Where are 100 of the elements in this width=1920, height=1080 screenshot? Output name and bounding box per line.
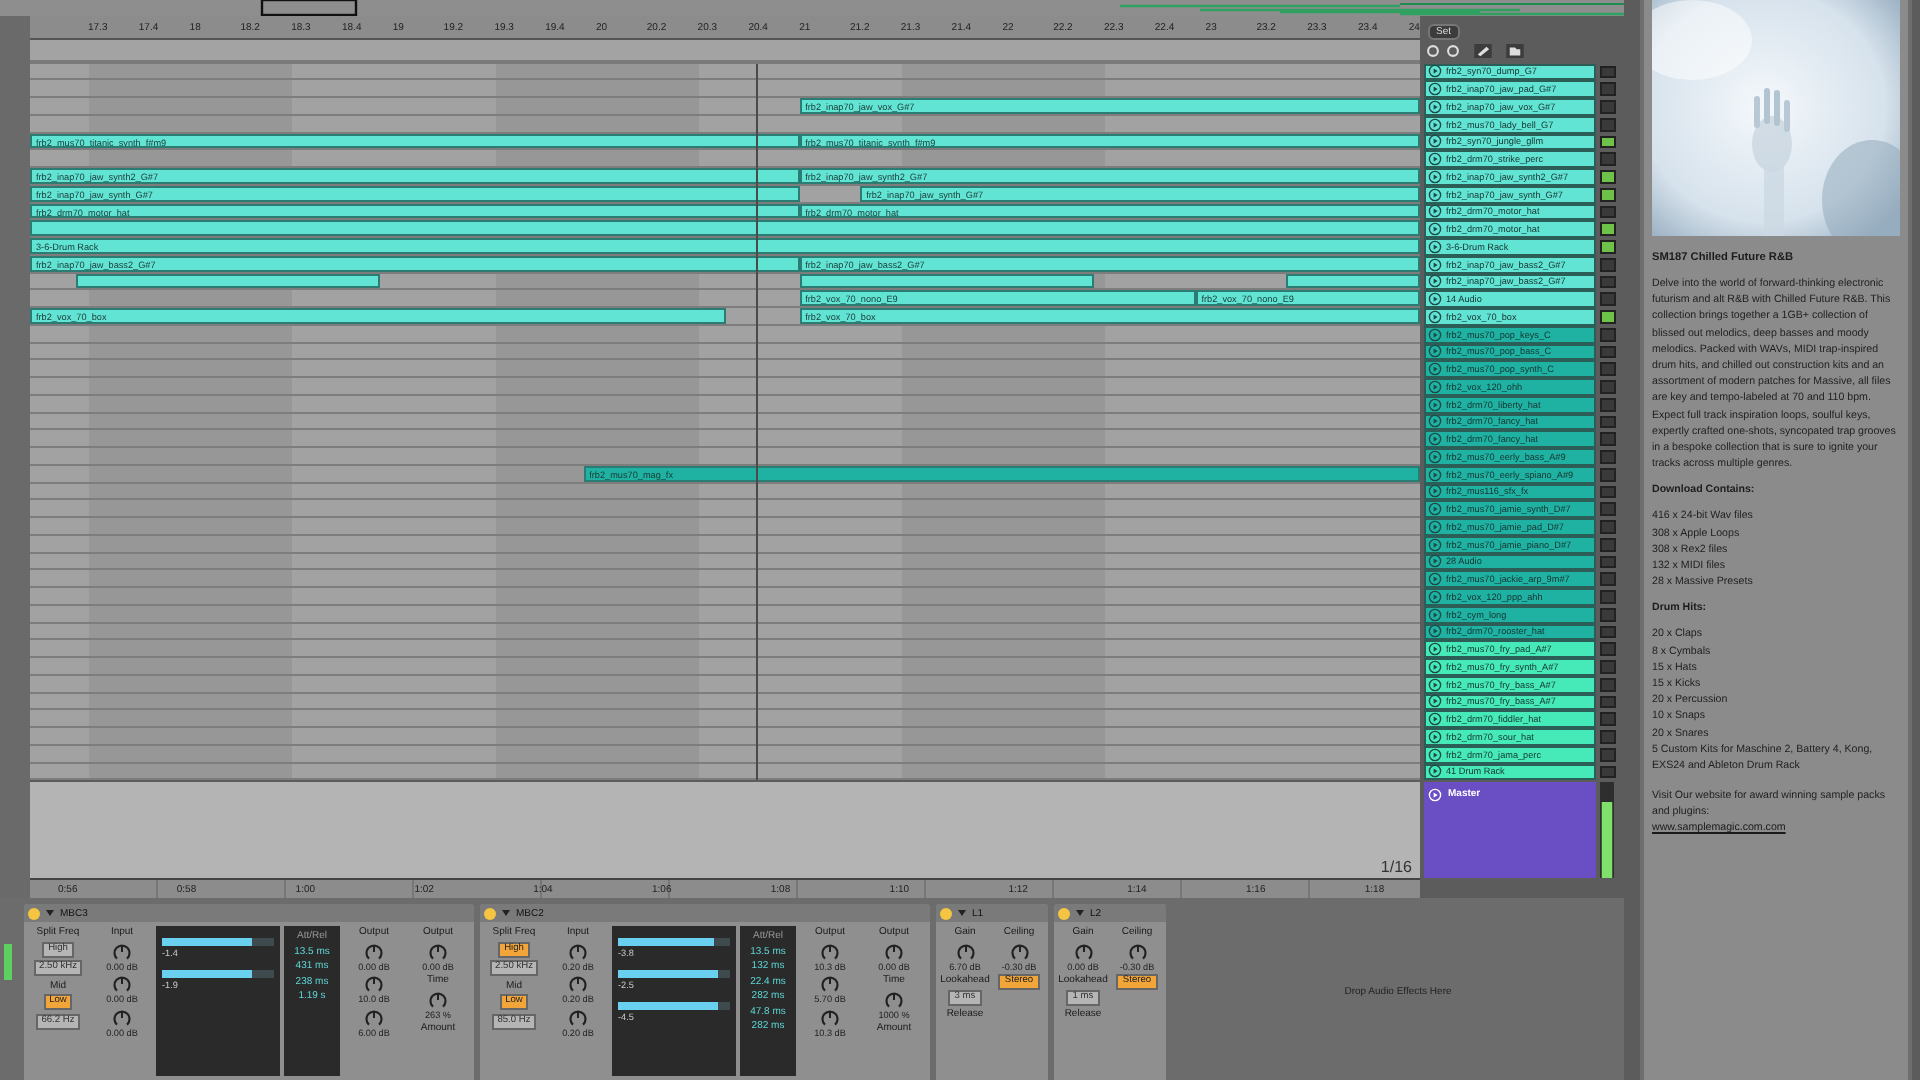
track-activator[interactable] bbox=[1600, 695, 1616, 709]
knob-icon[interactable] bbox=[568, 974, 588, 995]
play-icon[interactable] bbox=[1428, 712, 1442, 727]
knob-icon[interactable] bbox=[568, 1007, 588, 1028]
knob-icon[interactable] bbox=[1127, 941, 1147, 962]
track-activator[interactable] bbox=[1600, 537, 1616, 551]
grid-label[interactable]: 1/16 bbox=[1380, 858, 1412, 877]
track-activator[interactable] bbox=[1600, 345, 1616, 359]
play-icon[interactable] bbox=[1428, 624, 1442, 639]
play-icon[interactable] bbox=[1428, 64, 1442, 79]
track-activator[interactable] bbox=[1600, 765, 1616, 779]
knob-icon[interactable] bbox=[568, 941, 588, 962]
track-activator[interactable] bbox=[1600, 152, 1616, 166]
track-activator[interactable] bbox=[1600, 362, 1616, 376]
track-activator[interactable] bbox=[1600, 607, 1616, 621]
track-activator[interactable] bbox=[1600, 572, 1616, 586]
track-activator[interactable] bbox=[1600, 415, 1616, 429]
knob-icon[interactable] bbox=[112, 941, 132, 962]
track-activator[interactable] bbox=[1600, 625, 1616, 639]
track-activator[interactable] bbox=[1600, 222, 1616, 236]
track-activator[interactable] bbox=[1600, 485, 1616, 499]
play-icon[interactable] bbox=[1428, 344, 1442, 359]
play-icon[interactable] bbox=[1428, 204, 1442, 219]
track-activator[interactable] bbox=[1600, 642, 1616, 656]
knob-icon[interactable] bbox=[428, 989, 448, 1010]
play-icon[interactable] bbox=[1428, 397, 1442, 412]
play-icon[interactable] bbox=[1428, 432, 1442, 447]
knob-icon[interactable] bbox=[884, 989, 904, 1010]
track-activator[interactable] bbox=[1600, 380, 1616, 394]
play-icon[interactable] bbox=[1428, 764, 1442, 779]
play-icon[interactable] bbox=[1428, 659, 1442, 674]
play-icon[interactable] bbox=[1428, 607, 1442, 622]
pencil-icon[interactable] bbox=[1474, 44, 1492, 59]
play-icon[interactable] bbox=[1428, 747, 1442, 762]
play-icon[interactable] bbox=[1428, 537, 1442, 552]
play-icon[interactable] bbox=[1428, 274, 1442, 289]
track-activator[interactable] bbox=[1600, 730, 1616, 744]
track-activator[interactable] bbox=[1600, 187, 1616, 201]
play-icon[interactable] bbox=[1428, 327, 1442, 342]
play-icon[interactable] bbox=[1428, 677, 1442, 692]
track-activator[interactable] bbox=[1600, 100, 1616, 114]
play-icon[interactable] bbox=[1428, 222, 1442, 237]
triangle-icon[interactable] bbox=[1076, 910, 1084, 917]
track-activator[interactable] bbox=[1600, 712, 1616, 726]
play-icon[interactable] bbox=[1428, 169, 1442, 184]
play-icon[interactable] bbox=[1428, 729, 1442, 744]
track-activator[interactable] bbox=[1600, 117, 1616, 131]
play-icon[interactable] bbox=[1428, 379, 1442, 394]
track-activator[interactable] bbox=[1600, 170, 1616, 184]
knob-icon[interactable] bbox=[1009, 941, 1029, 962]
play-icon[interactable] bbox=[1428, 642, 1442, 657]
play-icon[interactable] bbox=[1428, 694, 1442, 709]
knob-icon[interactable] bbox=[820, 941, 840, 962]
track-activator[interactable] bbox=[1600, 240, 1616, 254]
play-icon[interactable] bbox=[1428, 187, 1442, 202]
circle-icon[interactable] bbox=[1426, 44, 1440, 59]
play-icon[interactable] bbox=[1428, 572, 1442, 587]
play-icon[interactable] bbox=[1428, 484, 1442, 499]
play-icon[interactable] bbox=[1428, 239, 1442, 254]
knob-icon[interactable] bbox=[884, 941, 904, 962]
track-activator[interactable] bbox=[1600, 660, 1616, 674]
knob-icon[interactable] bbox=[364, 1007, 384, 1028]
triangle-icon[interactable] bbox=[958, 910, 966, 917]
knob-icon[interactable] bbox=[112, 974, 132, 995]
play-icon[interactable] bbox=[1428, 117, 1442, 132]
knob-icon[interactable] bbox=[820, 1007, 840, 1028]
play-icon[interactable] bbox=[1428, 519, 1442, 534]
triangle-icon[interactable] bbox=[46, 910, 54, 917]
play-icon[interactable] bbox=[1428, 309, 1442, 324]
play-icon[interactable] bbox=[1428, 134, 1442, 149]
track-activator[interactable] bbox=[1600, 82, 1616, 96]
play-icon[interactable] bbox=[1428, 467, 1442, 482]
play-icon[interactable] bbox=[1428, 152, 1442, 167]
track-activator[interactable] bbox=[1600, 397, 1616, 411]
play-icon[interactable] bbox=[1428, 82, 1442, 97]
knob-icon[interactable] bbox=[112, 1007, 132, 1028]
play-icon[interactable] bbox=[1428, 502, 1442, 517]
power-icon[interactable] bbox=[28, 907, 40, 920]
folder-icon[interactable] bbox=[1506, 44, 1524, 59]
track-activator[interactable] bbox=[1600, 467, 1616, 481]
play-icon[interactable] bbox=[1428, 554, 1442, 569]
play-icon[interactable] bbox=[1428, 292, 1442, 307]
circle-icon[interactable] bbox=[1446, 44, 1460, 59]
knob-icon[interactable] bbox=[1073, 941, 1093, 962]
track-activator[interactable] bbox=[1600, 205, 1616, 219]
track-activator[interactable] bbox=[1600, 747, 1616, 761]
track-activator[interactable] bbox=[1600, 502, 1616, 516]
play-icon[interactable] bbox=[1428, 414, 1442, 429]
knob-icon[interactable] bbox=[364, 974, 384, 995]
track-activator[interactable] bbox=[1600, 450, 1616, 464]
knob-icon[interactable] bbox=[955, 941, 975, 962]
play-icon[interactable] bbox=[1428, 99, 1442, 114]
track-activator[interactable] bbox=[1600, 520, 1616, 534]
play-icon[interactable] bbox=[1428, 257, 1442, 272]
track-activator[interactable] bbox=[1600, 65, 1616, 79]
track-activator[interactable] bbox=[1600, 432, 1616, 446]
power-icon[interactable] bbox=[940, 907, 952, 920]
knob-icon[interactable] bbox=[428, 941, 448, 962]
track-activator[interactable] bbox=[1600, 555, 1616, 569]
power-icon[interactable] bbox=[1058, 907, 1070, 920]
